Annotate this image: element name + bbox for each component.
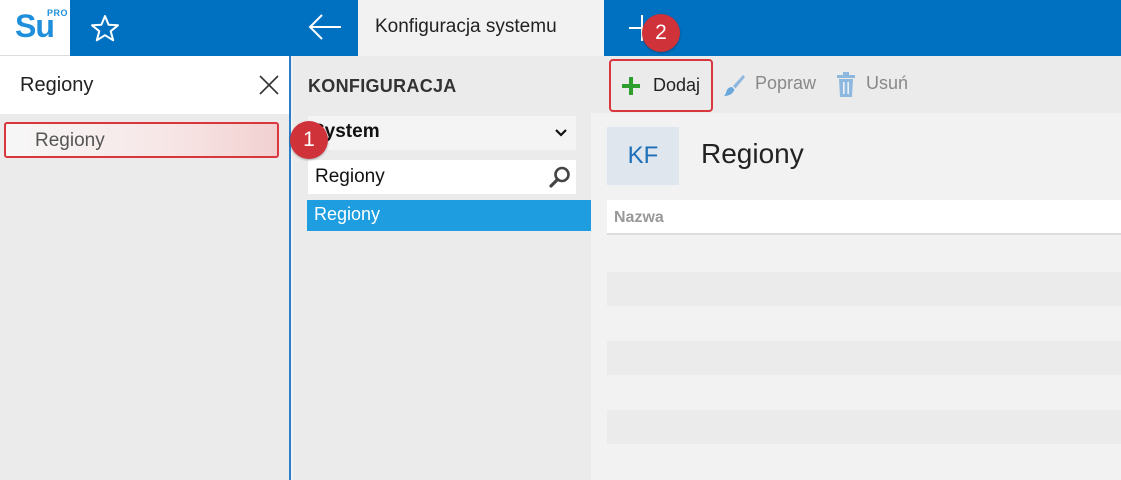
search-result-item[interactable]: Regiony [4, 122, 279, 158]
search-icon[interactable] [548, 165, 572, 189]
panel-title: KONFIGURACJA [308, 76, 457, 96]
back-arrow-icon[interactable] [305, 10, 345, 44]
annotation-badge-1: 1 [290, 121, 328, 159]
add-button-label: Dodaj [653, 75, 701, 95]
module-select[interactable]: System [308, 116, 576, 150]
toolbar: Dodaj Popraw Usuń [591, 56, 1121, 113]
table-row[interactable] [607, 237, 1121, 272]
tab-label: Konfiguracja systemu [375, 16, 557, 37]
edit-button-label: Popraw [755, 73, 817, 93]
config-search-input[interactable] [313, 165, 533, 189]
logo-badge: PRO [47, 8, 69, 18]
config-panel: KONFIGURACJA System Regiony [293, 56, 591, 480]
list-item-label: Regiony [314, 204, 381, 224]
brush-icon [724, 75, 745, 96]
module-badge-text: KF [627, 142, 659, 169]
search-panel: Regiony [0, 56, 291, 480]
table-row[interactable] [607, 375, 1121, 410]
table-row[interactable] [607, 306, 1121, 341]
app-logo[interactable]: Su PRO [0, 0, 70, 56]
add-icon [622, 77, 640, 95]
content-panel: Dodaj Popraw Usuń KF Regiony Nazwa [591, 56, 1121, 480]
list-item-regiony[interactable]: Regiony [307, 200, 591, 231]
table-header: Nazwa [607, 200, 1121, 235]
left-search-box [0, 56, 289, 114]
search-result-label: Regiony [35, 130, 105, 151]
star-icon[interactable] [88, 12, 122, 44]
table-row[interactable] [607, 444, 1121, 479]
column-header-nazwa[interactable]: Nazwa [614, 209, 664, 227]
chevron-down-icon [555, 129, 567, 137]
delete-button-label: Usuń [866, 73, 909, 93]
add-button[interactable]: Dodaj [609, 59, 713, 112]
tab-konfiguracja-systemu[interactable]: Konfiguracja systemu [358, 0, 604, 56]
config-search-box [308, 160, 576, 194]
page-title: Regiony [701, 138, 804, 169]
table-row[interactable] [607, 409, 1121, 444]
trash-icon [837, 72, 855, 97]
top-bar: Su PRO Konfiguracja systemu [0, 0, 1121, 56]
left-search-input[interactable] [18, 72, 238, 98]
annotation-badge-2: 2 [642, 14, 680, 52]
table-body [607, 237, 1121, 480]
table-row[interactable] [607, 340, 1121, 375]
table-row[interactable] [607, 271, 1121, 306]
module-badge: KF [607, 127, 679, 185]
close-icon[interactable] [258, 74, 280, 96]
